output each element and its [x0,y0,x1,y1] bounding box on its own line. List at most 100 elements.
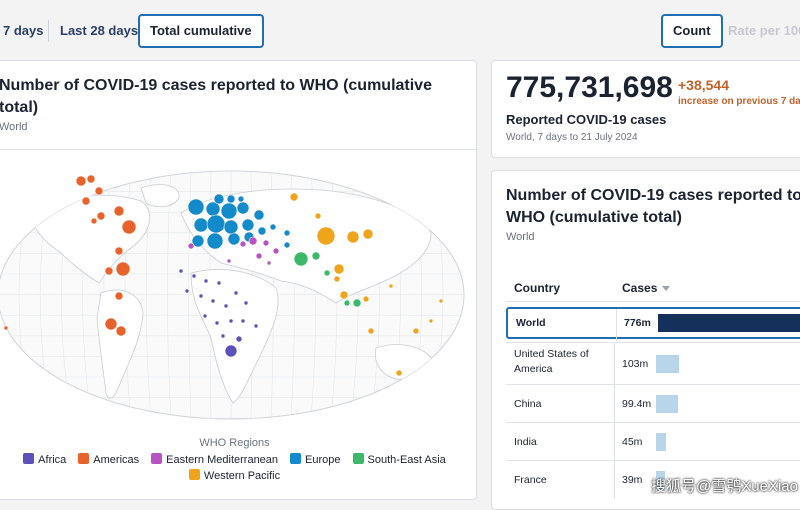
legend-item[interactable]: Western Pacific [189,468,280,484]
legend-item[interactable]: Eastern Mediterranean [151,452,278,468]
country-bubble[interactable] [179,269,183,273]
country-bubble[interactable] [95,187,103,195]
country-bubble[interactable] [344,300,350,306]
country-bubble[interactable] [353,299,361,307]
legend-title: WHO Regions [0,437,478,449]
country-bubble[interactable] [91,218,97,224]
country-bubble[interactable] [192,274,196,278]
country-bubble[interactable] [273,248,279,254]
legend-item[interactable]: Africa [23,452,66,468]
country-bubble[interactable] [284,242,290,248]
country-bubble[interactable] [224,304,228,308]
country-bubble[interactable] [225,345,237,357]
country-bubble[interactable] [317,227,335,245]
country-bubble[interactable] [240,241,246,247]
world-bubble-map[interactable] [0,153,478,443]
country-bubble[interactable] [211,299,215,303]
country-bubble[interactable] [221,203,237,219]
country-bubble[interactable] [224,220,238,234]
country-bubble[interactable] [334,264,344,274]
country-bubble[interactable] [105,318,117,330]
rate-toggle-button[interactable]: Rate per 100 [718,14,800,48]
country-bubble[interactable] [4,326,8,330]
tab-last-28-days[interactable]: Last 28 days [50,14,148,48]
country-bubble[interactable] [270,224,276,230]
country-bubble[interactable] [263,240,269,246]
country-bubble[interactable] [294,252,308,266]
country-bubble[interactable] [334,276,340,282]
table-title: Number of COVID-19 cases reported to WHO… [506,185,800,229]
tab-total-cumulative[interactable]: Total cumulative [138,14,264,48]
country-bubble[interactable] [236,336,242,342]
country-bubble[interactable] [203,314,207,318]
country-bubble[interactable] [204,279,208,283]
country-bubble[interactable] [228,233,240,245]
country-bubble[interactable] [234,291,238,295]
country-bubble[interactable] [238,196,244,202]
country-bubble[interactable] [221,334,225,338]
table-row[interactable]: United States of America103m [506,343,800,385]
country-bubble[interactable] [347,231,359,243]
country-bubble[interactable] [87,175,95,183]
country-bubble[interactable] [290,193,298,201]
country-bubble[interactable] [207,233,223,249]
country-bubble[interactable] [199,294,203,298]
country-bubble[interactable] [267,261,271,265]
country-bubble[interactable] [439,299,443,303]
country-bubble[interactable] [194,218,208,232]
country-bubble[interactable] [241,319,245,323]
column-header-country[interactable]: Country [514,281,560,295]
table-row[interactable]: China99.4m [506,385,800,423]
country-bubble[interactable] [256,253,262,259]
country-bubble[interactable] [413,328,419,334]
count-toggle-button[interactable]: Count [661,14,723,48]
country-bubble[interactable] [396,370,402,376]
country-bubble[interactable] [389,284,393,288]
legend-item[interactable]: Americas [78,452,139,468]
legend-swatch [353,453,364,464]
country-bubble[interactable] [237,202,249,214]
country-bubble[interactable] [312,252,320,260]
country-bubble[interactable] [188,243,194,249]
country-bubble[interactable] [115,247,123,255]
country-bubble[interactable] [185,289,189,293]
country-bubble[interactable] [82,197,90,205]
country-bubble[interactable] [258,227,266,235]
country-bubble[interactable] [214,194,224,204]
country-bubble[interactable] [363,229,373,239]
country-bubble[interactable] [249,237,257,245]
country-bubble[interactable] [97,212,105,220]
country-bubble[interactable] [340,291,348,299]
country-bubble[interactable] [368,328,374,334]
legend-swatch [23,453,34,464]
country-bubble[interactable] [115,292,123,300]
country-bubble[interactable] [315,213,321,219]
country-bubble[interactable] [105,267,113,275]
country-bubble[interactable] [215,321,219,325]
country-bubble[interactable] [114,206,124,216]
country-bubble[interactable] [227,195,235,203]
country-bubble[interactable] [207,215,225,233]
country-bubble[interactable] [217,281,221,285]
country-bubble[interactable] [229,319,233,323]
country-bubble[interactable] [116,262,130,276]
country-bubble[interactable] [244,301,248,305]
country-bubble[interactable] [116,326,126,336]
country-bubble[interactable] [122,220,136,234]
tab-7-days[interactable]: 7 days [0,14,53,48]
country-bubble[interactable] [254,324,258,328]
table-row[interactable]: World776m [506,307,800,339]
country-bubble[interactable] [227,259,231,263]
country-bubble[interactable] [76,176,86,186]
legend-item[interactable]: South-East Asia [353,452,446,468]
country-bubble[interactable] [429,319,433,323]
country-bubble[interactable] [363,296,369,302]
country-bubble[interactable] [324,270,330,276]
country-bubble[interactable] [284,230,290,236]
country-bubble[interactable] [254,210,264,220]
country-bubble[interactable] [188,199,204,215]
column-header-cases[interactable]: Cases [622,281,670,295]
legend-item[interactable]: Europe [290,452,340,468]
country-bubble[interactable] [242,219,254,231]
table-row[interactable]: India45m [506,423,800,461]
